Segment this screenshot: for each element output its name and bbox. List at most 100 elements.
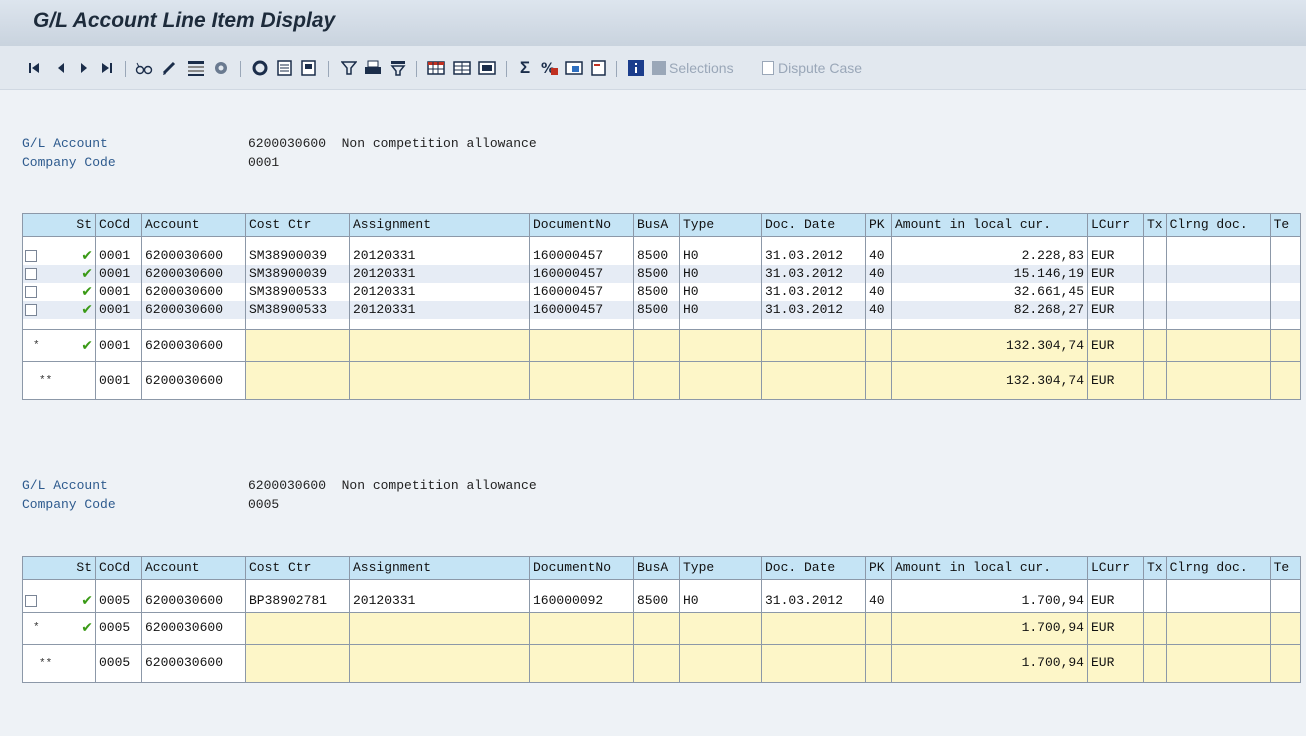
table-row[interactable]: ✔ 0001 6200030600 SM38900533 20120331 16… [22,301,1301,319]
gl-account-label: G/L Account [22,136,108,151]
document-no-cell[interactable]: 160000457 [529,283,634,301]
pencil-change-icon[interactable] [160,58,178,78]
table-row[interactable]: ✔ 0005 6200030600 BP38902781 20120331 16… [22,590,1301,612]
title-bar: G/L Account Line Item Display [0,0,1306,46]
busa-cell: 8500 [633,590,680,612]
word-processing-icon[interactable] [452,58,472,78]
document-no-cell[interactable]: 160000457 [529,301,634,319]
col-header-busa[interactable]: BusA [633,556,680,580]
col-header-doc-date[interactable]: Doc. Date [761,213,866,237]
col-header-clrng-doc[interactable]: Clrng doc. [1165,556,1271,580]
col-header-document-no[interactable]: DocumentNo [529,556,634,580]
col-header-te[interactable]: Te [1269,556,1301,580]
col-header-cost-ctr[interactable]: Cost Ctr [245,556,350,580]
total-amount-cell: 1.700,94 [891,643,1088,683]
print-icon[interactable] [363,58,383,78]
doc-date-cell: 31.03.2012 [761,590,866,612]
col-header-te[interactable]: Te [1269,213,1301,237]
col-header-cocd[interactable]: CoCd [95,213,142,237]
layout-grid-icon[interactable] [186,58,206,78]
cleared-check-icon: ✔ [81,266,93,282]
cost-ctr-cell: SM38900039 [245,247,350,265]
last-page-icon[interactable] [100,58,114,78]
total-status-cell: ** [22,643,96,683]
cocd-cell: 0005 [95,611,142,644]
subtotal-icon[interactable]: % [540,58,560,78]
table-row[interactable]: ✔ 0001 6200030600 SM38900039 20120331 16… [22,247,1301,265]
col-header-pk[interactable]: PK [865,213,892,237]
document-no-cell[interactable]: 160000457 [529,265,634,283]
first-page-icon[interactable] [27,58,41,78]
document-overview-icon[interactable] [275,58,295,78]
dispute-case-button[interactable]: Dispute Case [762,58,862,78]
info-icon[interactable] [627,58,645,78]
glasses-display-icon[interactable] [134,58,154,78]
col-header-assignment[interactable]: Assignment [349,213,530,237]
company-code-value: 0005 [248,497,280,512]
te-cell [1269,301,1301,319]
document-no-cell[interactable]: 160000092 [529,590,634,612]
document-no-cell[interactable]: 160000457 [529,247,634,265]
col-header-amount[interactable]: Amount in local cur. [891,213,1088,237]
cocd-cell: 0001 [95,301,142,319]
busa-cell: 8500 [633,301,680,319]
row-select-checkbox[interactable] [25,594,37,607]
col-header-cocd[interactable]: CoCd [95,556,142,580]
subtotal-row[interactable]: * ✔ 0001 6200030600 132.304,74 EUR [22,329,1301,362]
col-header-tx[interactable]: Tx [1143,213,1167,237]
col-header-busa[interactable]: BusA [633,213,680,237]
table-row[interactable]: ✔ 0001 6200030600 SM38900039 20120331 16… [22,265,1301,283]
pk-cell: 40 [865,590,892,612]
col-header-amount[interactable]: Amount in local cur. [891,556,1088,580]
subtotal-marker: * [33,622,40,634]
col-header-pk[interactable]: PK [865,556,892,580]
previous-page-icon[interactable] [55,58,67,78]
account-cell: 6200030600 [141,643,246,683]
amount-cell: 2.228,83 [891,247,1088,265]
total-row[interactable]: ** 0005 6200030600 1.700,94 EUR [22,643,1301,683]
selections-button[interactable]: Selections [652,58,734,78]
table-header-row: St CoCd Account Cost Ctr Assignment Docu… [22,556,1301,580]
selections-info-icon [652,61,666,75]
report-content: G/L Account 6200030600 Non competition a… [0,90,1306,736]
col-header-lcurr[interactable]: LCurr [1087,556,1144,580]
row-select-checkbox[interactable] [25,250,37,262]
col-header-st[interactable]: St [22,556,96,580]
local-file-icon[interactable] [477,58,497,78]
col-header-lcurr[interactable]: LCurr [1087,213,1144,237]
table-row[interactable]: ✔ 0001 6200030600 SM38900533 20120331 16… [22,283,1301,301]
sigma-total-icon[interactable]: Σ [515,58,535,78]
status-cell: ✔ [22,283,96,301]
doc-date-cell: 31.03.2012 [761,247,866,265]
row-select-checkbox[interactable] [25,286,37,298]
subtotal-row[interactable]: * ✔ 0005 6200030600 1.700,94 EUR [22,611,1301,644]
col-header-cost-ctr[interactable]: Cost Ctr [245,213,350,237]
display-variant-icon[interactable] [564,58,584,78]
row-select-checkbox[interactable] [25,268,37,280]
document-detail-icon[interactable] [299,58,319,78]
type-cell: H0 [679,247,762,265]
col-header-type[interactable]: Type [679,556,762,580]
spreadsheet-icon[interactable] [426,58,446,78]
save-layout-icon[interactable] [589,58,609,78]
sum-filter-icon[interactable] [388,58,408,78]
dispute-case-label: Dispute Case [778,60,863,76]
col-header-account[interactable]: Account [141,213,246,237]
col-header-clrng-doc[interactable]: Clrng doc. [1165,213,1271,237]
col-header-tx[interactable]: Tx [1143,556,1167,580]
pk-cell: 40 [865,301,892,319]
col-header-assignment[interactable]: Assignment [349,556,530,580]
col-header-type[interactable]: Type [679,213,762,237]
company-code-value: 0001 [248,155,280,170]
col-header-doc-date[interactable]: Doc. Date [761,556,866,580]
sort-settings-icon[interactable] [250,58,270,78]
choose-layout-icon[interactable] [211,58,231,78]
col-header-account[interactable]: Account [141,556,246,580]
next-page-icon[interactable] [78,58,90,78]
filter-icon[interactable] [339,58,359,78]
row-select-checkbox[interactable] [25,304,37,316]
total-row[interactable]: ** 0001 6200030600 132.304,74 EUR [22,361,1301,400]
col-header-st[interactable]: St [22,213,96,237]
col-header-document-no[interactable]: DocumentNo [529,213,634,237]
assignment-cell: 20120331 [349,283,530,301]
